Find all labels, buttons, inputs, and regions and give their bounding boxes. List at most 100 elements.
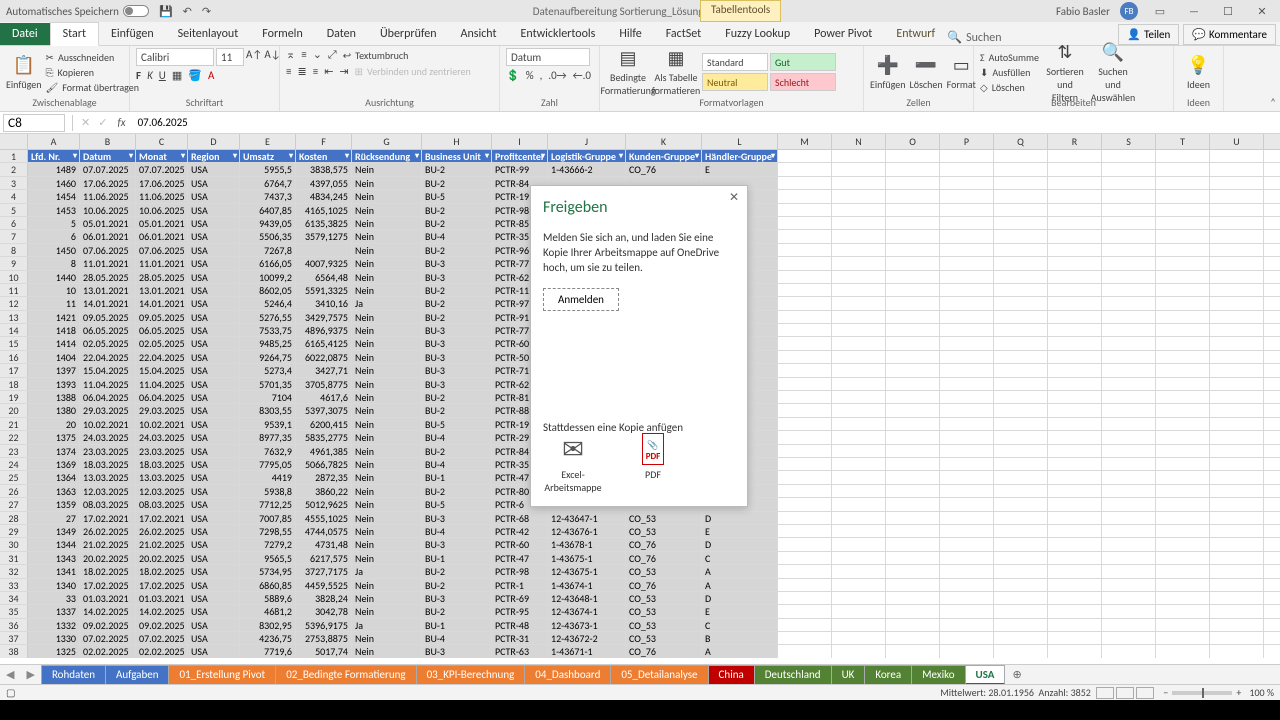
cell[interactable]: 4459,5525 — [296, 579, 352, 591]
cell[interactable]: USA — [188, 458, 240, 470]
cell[interactable]: Nein — [352, 431, 422, 443]
row-3[interactable]: 3 — [0, 177, 28, 189]
currency-icon[interactable]: 💲 — [506, 69, 520, 82]
underline-button[interactable]: U — [159, 69, 166, 82]
cell[interactable]: 02.02.2025 — [80, 645, 136, 657]
cell[interactable]: 1489 — [28, 163, 80, 175]
cell[interactable]: BU-3 — [422, 364, 492, 376]
cell[interactable]: 1344 — [28, 538, 80, 550]
cell[interactable]: 08.03.2025 — [136, 498, 188, 510]
cell[interactable]: Ja — [352, 619, 422, 631]
cell[interactable]: USA — [188, 619, 240, 631]
row-24[interactable]: 24 — [0, 458, 28, 470]
cell[interactable]: 27 — [28, 512, 80, 524]
cell[interactable]: BU-5 — [422, 498, 492, 510]
col-N[interactable]: N — [832, 134, 886, 149]
cell[interactable]: USA — [188, 217, 240, 229]
zoom-in-icon[interactable]: + — [1236, 686, 1241, 699]
cell[interactable]: CO_76 — [626, 645, 702, 657]
cell[interactable]: E — [702, 163, 778, 175]
cell[interactable]: 1374 — [28, 445, 80, 457]
delete-cells-button[interactable]: ➖Löschen — [910, 48, 943, 96]
cell[interactable]: 1369 — [28, 458, 80, 470]
cell[interactable]: 9439,05 — [240, 217, 296, 229]
cell[interactable]: BU-3 — [422, 538, 492, 550]
cell[interactable]: 09.02.2025 — [80, 619, 136, 631]
cell[interactable]: 20 — [28, 418, 80, 430]
cell[interactable]: USA — [188, 163, 240, 175]
align-bot-icon[interactable]: ⌄ — [313, 48, 322, 62]
cell[interactable]: 3427,71 — [296, 364, 352, 376]
row-8[interactable]: 8 — [0, 244, 28, 256]
cell[interactable]: 17.06.2025 — [136, 177, 188, 189]
cell[interactable]: PCTR-42 — [492, 525, 548, 537]
cell[interactable]: 05.01.2021 — [136, 217, 188, 229]
cell[interactable]: 4744,0575 — [296, 525, 352, 537]
cell[interactable]: 11.01.2021 — [136, 257, 188, 269]
cell[interactable]: USA — [188, 244, 240, 256]
cell[interactable]: 1-43671-1 — [548, 645, 626, 657]
cell[interactable]: BU-2 — [422, 217, 492, 229]
cell[interactable]: 7298,55 — [240, 525, 296, 537]
cell[interactable]: 11 — [28, 297, 80, 309]
sort-filter-button[interactable]: ⇅Sortieren und Filtern — [1043, 48, 1087, 96]
cell[interactable]: USA — [188, 391, 240, 403]
view-break-icon[interactable] — [1136, 687, 1154, 699]
cell[interactable]: 2753,8875 — [296, 632, 352, 644]
name-box[interactable] — [3, 114, 65, 132]
cell[interactable]: 6407,85 — [240, 204, 296, 216]
cell[interactable]: 17.02.2025 — [80, 579, 136, 591]
cell[interactable]: 1330 — [28, 632, 80, 644]
cell[interactable]: BU-3 — [422, 324, 492, 336]
row-27[interactable]: 27 — [0, 498, 28, 510]
cell[interactable]: 8602,05 — [240, 284, 296, 296]
view-normal-icon[interactable] — [1096, 687, 1114, 699]
cell[interactable]: 4834,245 — [296, 190, 352, 202]
col-G[interactable]: G — [352, 134, 422, 149]
cell[interactable]: 06.04.2025 — [136, 391, 188, 403]
header-9[interactable]: Logistik-Gruppe — [548, 150, 626, 162]
cell[interactable]: BU-4 — [422, 525, 492, 537]
cell[interactable]: CO_53 — [626, 619, 702, 631]
cancel-icon[interactable]: ✕ — [77, 116, 94, 129]
row-31[interactable]: 31 — [0, 552, 28, 564]
cell[interactable]: 06.01.2021 — [136, 230, 188, 242]
row-5[interactable]: 5 — [0, 204, 28, 216]
cell[interactable]: 18.03.2025 — [80, 458, 136, 470]
cell[interactable]: Nein — [352, 512, 422, 524]
cell[interactable]: USA — [188, 284, 240, 296]
cell[interactable]: 12-43647-1 — [548, 512, 626, 524]
comments-button[interactable]: 💬Kommentare — [1183, 24, 1276, 45]
sheet-01_Erstellung Pivot[interactable]: 01_Erstellung Pivot — [168, 665, 276, 685]
cell[interactable]: 3828,24 — [296, 592, 352, 604]
cell[interactable]: 5701,35 — [240, 378, 296, 390]
cell[interactable]: PCTR-60 — [492, 538, 548, 550]
sheet-China[interactable]: China — [708, 665, 755, 685]
cell[interactable]: 02.05.2025 — [136, 337, 188, 349]
sheet-Mexiko[interactable]: Mexiko — [911, 665, 965, 685]
cell[interactable]: 09.05.2025 — [80, 311, 136, 323]
formula-value[interactable]: 07.06.2025 — [132, 116, 1280, 129]
cell[interactable]: USA — [188, 257, 240, 269]
cell[interactable]: USA — [188, 445, 240, 457]
cell[interactable]: PCTR-1 — [492, 579, 548, 591]
cell[interactable]: USA — [188, 337, 240, 349]
row-34[interactable]: 34 — [0, 592, 28, 604]
col-F[interactable]: F — [296, 134, 352, 149]
row-33[interactable]: 33 — [0, 579, 28, 591]
number-format[interactable]: Datum — [506, 48, 590, 66]
header-6[interactable]: Rücksendung — [352, 150, 422, 162]
cell[interactable]: 1363 — [28, 485, 80, 497]
zoom-slider[interactable] — [1172, 691, 1232, 695]
cell[interactable]: B — [702, 632, 778, 644]
cell[interactable]: 5506,35 — [240, 230, 296, 242]
close-icon[interactable]: ✕ — [1250, 5, 1274, 18]
cell[interactable]: 17.02.2021 — [80, 512, 136, 524]
view-layout-icon[interactable] — [1116, 687, 1134, 699]
cell[interactable]: USA — [188, 579, 240, 591]
cell[interactable]: BU-2 — [422, 297, 492, 309]
cell[interactable]: Nein — [352, 284, 422, 296]
grow-font-icon[interactable]: A↑ — [246, 48, 262, 66]
row-22[interactable]: 22 — [0, 431, 28, 443]
cell[interactable]: BU-2 — [422, 605, 492, 617]
